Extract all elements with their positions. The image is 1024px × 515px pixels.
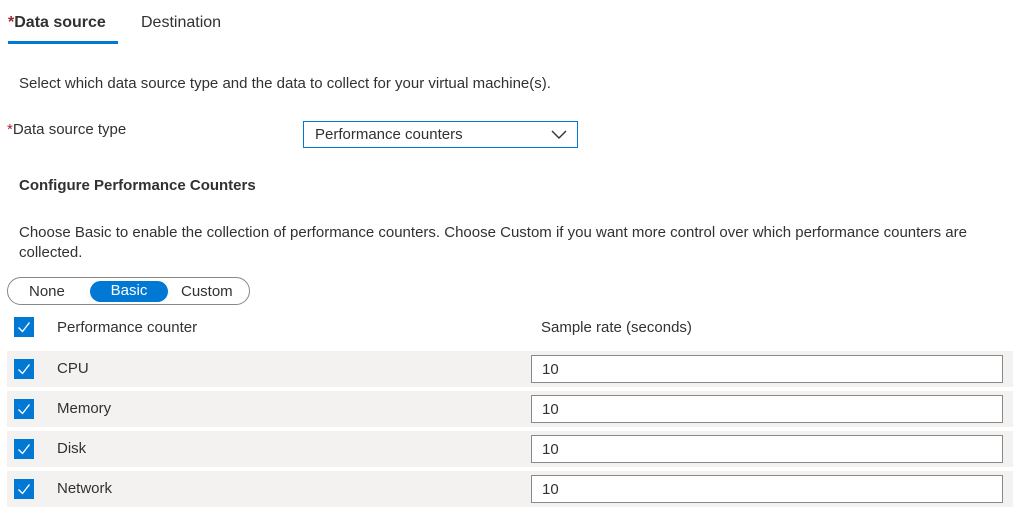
sample-rate-input[interactable] — [531, 475, 1003, 503]
counter-name: Network — [57, 480, 113, 497]
tab-destination[interactable]: Destination — [141, 12, 221, 42]
select-all-checkbox[interactable] — [14, 317, 34, 337]
sample-rate-input[interactable] — [531, 355, 1003, 383]
checkmark-icon — [18, 444, 31, 455]
counter-name: Disk — [57, 440, 87, 457]
mode-option-none[interactable]: None — [29, 282, 65, 302]
counter-name: CPU — [57, 360, 89, 377]
row-checkbox[interactable] — [14, 359, 34, 379]
row-checkbox[interactable] — [14, 479, 34, 499]
checkmark-icon — [18, 404, 31, 415]
mode-option-custom[interactable]: Custom — [181, 282, 233, 302]
tab-destination-label: Destination — [141, 14, 222, 31]
tab-data-source[interactable]: *Data source — [8, 12, 106, 42]
checkmark-icon — [18, 322, 31, 333]
help-text: Choose Basic to enable the collection of… — [19, 224, 967, 261]
counter-name: Memory — [57, 400, 112, 417]
section-title: Configure Performance Counters — [19, 177, 256, 194]
sample-rate-input[interactable] — [531, 395, 1003, 423]
column-header-sample-rate: Sample rate (seconds) — [541, 319, 692, 336]
table-row: Memory — [7, 391, 1013, 427]
data-source-type-label-text: Data source type — [12, 121, 127, 138]
tab-data-source-label: Data source — [14, 14, 106, 31]
row-checkbox[interactable] — [14, 439, 34, 459]
column-header-counter: Performance counter — [57, 319, 198, 336]
checkmark-icon — [18, 364, 31, 375]
data-source-type-label: *Data source type — [7, 121, 126, 138]
collection-mode-toggle: None Basic Custom — [7, 277, 250, 305]
checkmark-icon — [18, 484, 31, 495]
dropdown-selected-value: Performance counters — [315, 126, 463, 143]
active-tab-indicator — [8, 41, 118, 44]
row-checkbox[interactable] — [14, 399, 34, 419]
page-description: Select which data source type and the da… — [19, 75, 551, 92]
table-row: CPU — [7, 351, 1013, 387]
mode-option-basic[interactable]: Basic — [90, 281, 168, 302]
data-source-type-dropdown[interactable]: Performance counters — [303, 121, 578, 148]
sample-rate-input[interactable] — [531, 435, 1003, 463]
table-row: Disk — [7, 431, 1013, 467]
chevron-down-icon — [551, 130, 567, 139]
table-row: Network — [7, 471, 1013, 507]
